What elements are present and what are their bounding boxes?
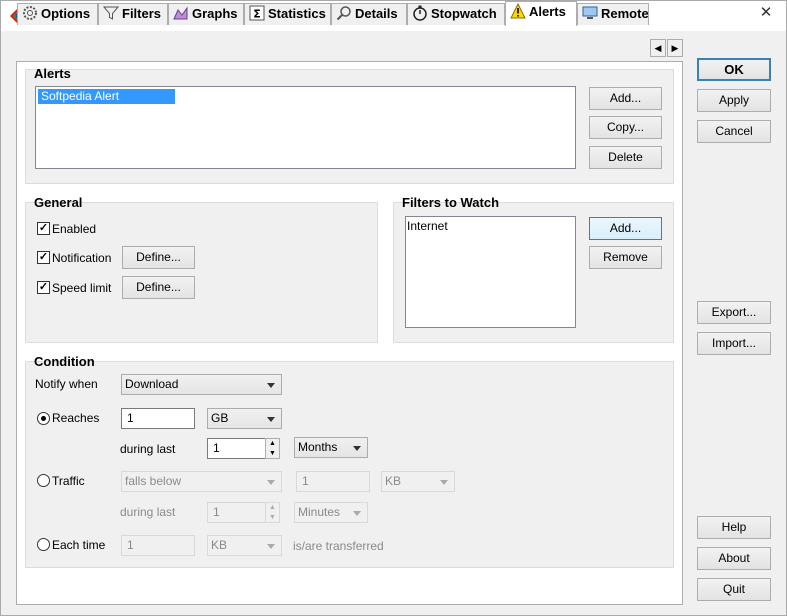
alerts-list[interactable]: Softpedia Alert	[35, 86, 576, 169]
add-filter-button[interactable]: Add...	[589, 217, 662, 240]
speed-limit-label: Speed limit	[52, 281, 112, 295]
traffic-label: Traffic	[52, 474, 85, 488]
tab-filters[interactable]: Filters	[98, 3, 168, 25]
magnifier-icon	[336, 6, 351, 21]
filters-list[interactable]: Internet	[405, 216, 576, 328]
traffic-during-last-unit-select[interactable]: Minutes	[294, 502, 368, 523]
enabled-checkbox[interactable]: ✓	[37, 222, 50, 235]
tab-alerts[interactable]: Alerts	[505, 1, 577, 26]
close-icon[interactable]: ✕	[751, 4, 781, 24]
quit-button[interactable]: Quit	[697, 578, 771, 601]
tab-graphs[interactable]: Graphs	[168, 3, 244, 25]
remove-filter-button[interactable]: Remove	[589, 246, 662, 269]
reaches-unit-select[interactable]: GB	[207, 408, 282, 429]
bwmeter-window: BWMeter ✕ Options Filters Graphs ΣStatis…	[0, 0, 787, 616]
enabled-label: Enabled	[52, 222, 97, 236]
general-heading: General	[34, 195, 83, 210]
alerts-panel: Alerts Softpedia Alert Add... Copy... De…	[16, 61, 683, 605]
filters-heading: Filters to Watch	[402, 195, 500, 210]
traffic-amount-input[interactable]: 1	[296, 471, 370, 492]
alerts-heading: Alerts	[34, 66, 71, 81]
help-button[interactable]: Help	[697, 516, 771, 539]
define-speed-limit-button[interactable]: Define...	[122, 276, 195, 299]
traffic-during-last-label: during last	[120, 505, 176, 519]
apply-button[interactable]: Apply	[697, 89, 771, 112]
tab-scroll-right-button[interactable]: ▶	[667, 39, 683, 57]
tab-label: Remote	[601, 6, 649, 21]
during-last-stepper[interactable]: ▲ ▼	[265, 438, 280, 459]
tab-options[interactable]: Options	[17, 3, 98, 25]
during-last-unit-select[interactable]: Months	[294, 437, 368, 458]
tab-remote[interactable]: Remote	[577, 3, 649, 25]
each-time-amount-input[interactable]: 1	[121, 535, 195, 556]
tab-label: Stopwatch	[431, 6, 497, 21]
warning-icon	[510, 3, 526, 19]
traffic-unit-select[interactable]: KB	[381, 471, 455, 492]
tab-label: Alerts	[529, 4, 566, 19]
traffic-during-last-input[interactable]: 1	[207, 502, 266, 523]
delete-alert-button[interactable]: Delete	[589, 146, 662, 169]
traffic-during-last-stepper[interactable]: ▲ ▼	[265, 502, 280, 523]
ok-button[interactable]: OK	[697, 58, 771, 81]
notification-label: Notification	[52, 251, 112, 265]
tab-label: Statistics	[268, 6, 326, 21]
each-time-label: Each time	[52, 538, 106, 552]
reaches-amount-input[interactable]: 1	[121, 408, 195, 429]
each-time-unit-select[interactable]: KB	[207, 535, 282, 556]
define-notification-button[interactable]: Define...	[122, 246, 195, 269]
tab-statistics[interactable]: Σ Statistics	[244, 3, 331, 25]
notify-when-select[interactable]: Download	[121, 374, 282, 395]
svg-text:Σ: Σ	[253, 8, 261, 21]
add-alert-button[interactable]: Add...	[589, 87, 662, 110]
export-button[interactable]: Export...	[697, 301, 771, 324]
list-item[interactable]: Softpedia Alert	[38, 89, 175, 104]
funnel-icon	[103, 6, 119, 20]
traffic-radio[interactable]	[37, 474, 50, 487]
condition-heading: Condition	[34, 354, 95, 369]
tab-details[interactable]: Details	[331, 3, 407, 25]
during-last-input[interactable]: 1	[207, 438, 266, 459]
reaches-label: Reaches	[52, 411, 100, 425]
tab-label: Filters	[122, 6, 162, 21]
notification-checkbox[interactable]: ✓	[37, 251, 50, 264]
tab-label: Options	[41, 6, 91, 21]
each-time-radio[interactable]	[37, 538, 50, 551]
tab-label: Details	[355, 6, 398, 21]
about-button[interactable]: About	[697, 547, 771, 570]
monitor-icon	[582, 6, 598, 19]
traffic-mode-select[interactable]: falls below	[121, 471, 282, 492]
stopwatch-icon	[413, 5, 427, 21]
notify-when-label: Notify when	[35, 377, 98, 391]
reaches-radio[interactable]	[37, 412, 50, 425]
copy-alert-button[interactable]: Copy...	[589, 116, 662, 139]
tab-stopwatch[interactable]: Stopwatch	[407, 3, 505, 25]
during-last-label: during last	[120, 442, 176, 456]
cancel-button[interactable]: Cancel	[697, 120, 771, 143]
import-button[interactable]: Import...	[697, 332, 771, 355]
graph-icon	[173, 6, 188, 20]
list-item[interactable]: Internet	[406, 217, 575, 233]
sigma-icon: Σ	[249, 5, 265, 21]
tab-label: Graphs	[192, 6, 238, 21]
tab-scroll-left-button[interactable]: ◀	[650, 39, 666, 57]
speed-limit-checkbox[interactable]: ✓	[37, 281, 50, 294]
gear-icon	[23, 6, 37, 20]
each-time-suffix: is/are transferred	[293, 539, 384, 553]
